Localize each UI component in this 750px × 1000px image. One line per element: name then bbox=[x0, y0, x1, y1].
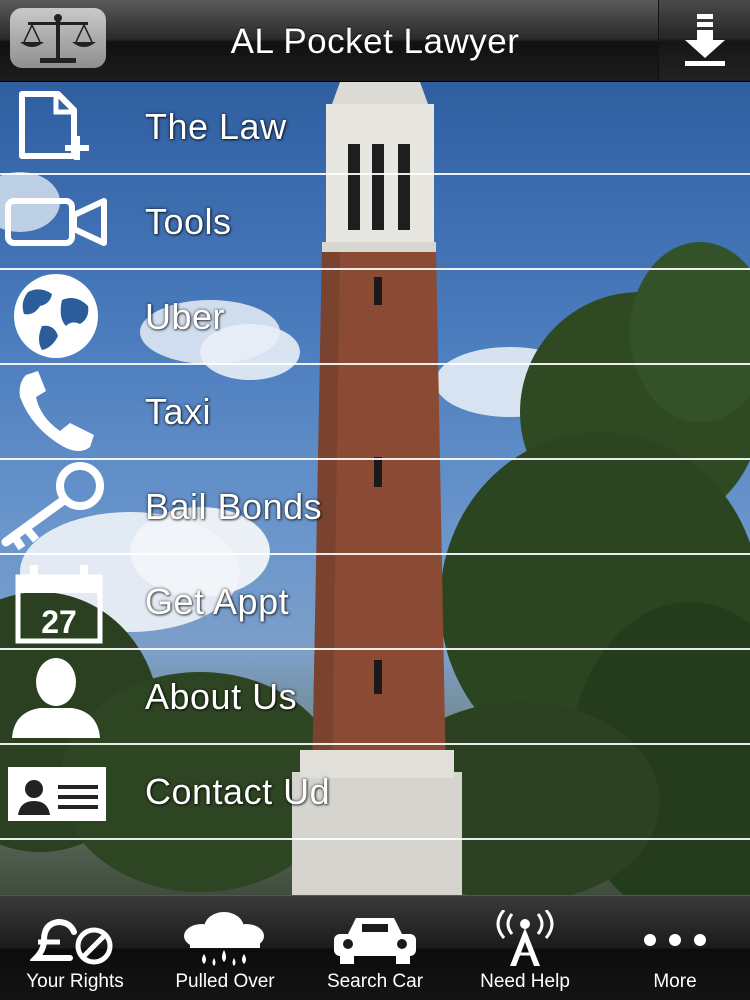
menu-item-about-us[interactable]: About Us bbox=[0, 650, 750, 745]
main-menu: The Law Tools Uber Taxi Bail Bonds 27 Ge… bbox=[0, 80, 750, 840]
menu-item-get-appt[interactable]: 27 Get Appt bbox=[0, 555, 750, 650]
menu-item-label: Tools bbox=[145, 201, 232, 242]
bottom-tab-bar: Your Rights Pulled Over Search Car Need … bbox=[0, 895, 750, 1000]
phone-icon bbox=[0, 365, 112, 458]
contact-card-icon bbox=[0, 745, 112, 838]
menu-item-the-law[interactable]: The Law bbox=[0, 80, 750, 175]
menu-item-tools[interactable]: Tools bbox=[0, 175, 750, 270]
calendar-day: 27 bbox=[41, 604, 77, 640]
menu-item-taxi[interactable]: Taxi bbox=[0, 365, 750, 460]
tab-label: Pulled Over bbox=[175, 971, 275, 992]
more-dots-icon bbox=[600, 910, 750, 972]
menu-item-label: Bail Bonds bbox=[145, 486, 323, 527]
menu-item-label: Taxi bbox=[145, 391, 212, 432]
new-document-icon bbox=[0, 80, 112, 173]
tab-your-rights[interactable]: Your Rights bbox=[0, 896, 150, 1000]
menu-item-label: About Us bbox=[145, 676, 298, 717]
download-button[interactable] bbox=[658, 0, 750, 80]
car-icon bbox=[300, 910, 450, 972]
tab-pulled-over[interactable]: Pulled Over bbox=[150, 896, 300, 1000]
menu-item-label: Get Appt bbox=[145, 581, 290, 622]
globe-icon bbox=[0, 270, 112, 363]
broadcast-tower-icon bbox=[450, 910, 600, 972]
app-header: AL Pocket Lawyer bbox=[0, 0, 750, 82]
tab-label: Search Car bbox=[326, 971, 424, 992]
person-icon bbox=[0, 650, 112, 743]
tab-search-car[interactable]: Search Car bbox=[300, 896, 450, 1000]
menu-item-label: Contact Ud bbox=[145, 771, 331, 812]
menu-item-contact[interactable]: Contact Ud bbox=[0, 745, 750, 840]
app-screen: AL Pocket Lawyer The Law Tools Uber Taxi… bbox=[0, 0, 750, 1000]
pound-no-icon bbox=[0, 910, 150, 972]
menu-item-uber[interactable]: Uber bbox=[0, 270, 750, 365]
tab-more[interactable]: More bbox=[600, 896, 750, 1000]
tab-label: Need Help bbox=[480, 971, 570, 992]
download-arrow-icon bbox=[685, 14, 725, 66]
menu-item-bail-bonds[interactable]: Bail Bonds bbox=[0, 460, 750, 555]
tab-label: More bbox=[653, 971, 697, 992]
menu-item-label: Uber bbox=[145, 296, 226, 337]
menu-item-label: The Law bbox=[145, 106, 287, 147]
key-icon bbox=[0, 460, 112, 553]
tab-label: Your Rights bbox=[26, 971, 124, 992]
video-camera-icon bbox=[0, 175, 112, 268]
rain-cloud-icon bbox=[150, 910, 300, 972]
calendar-icon: 27 bbox=[0, 555, 112, 648]
page-title: AL Pocket Lawyer bbox=[230, 22, 520, 61]
tab-need-help[interactable]: Need Help bbox=[450, 896, 600, 1000]
